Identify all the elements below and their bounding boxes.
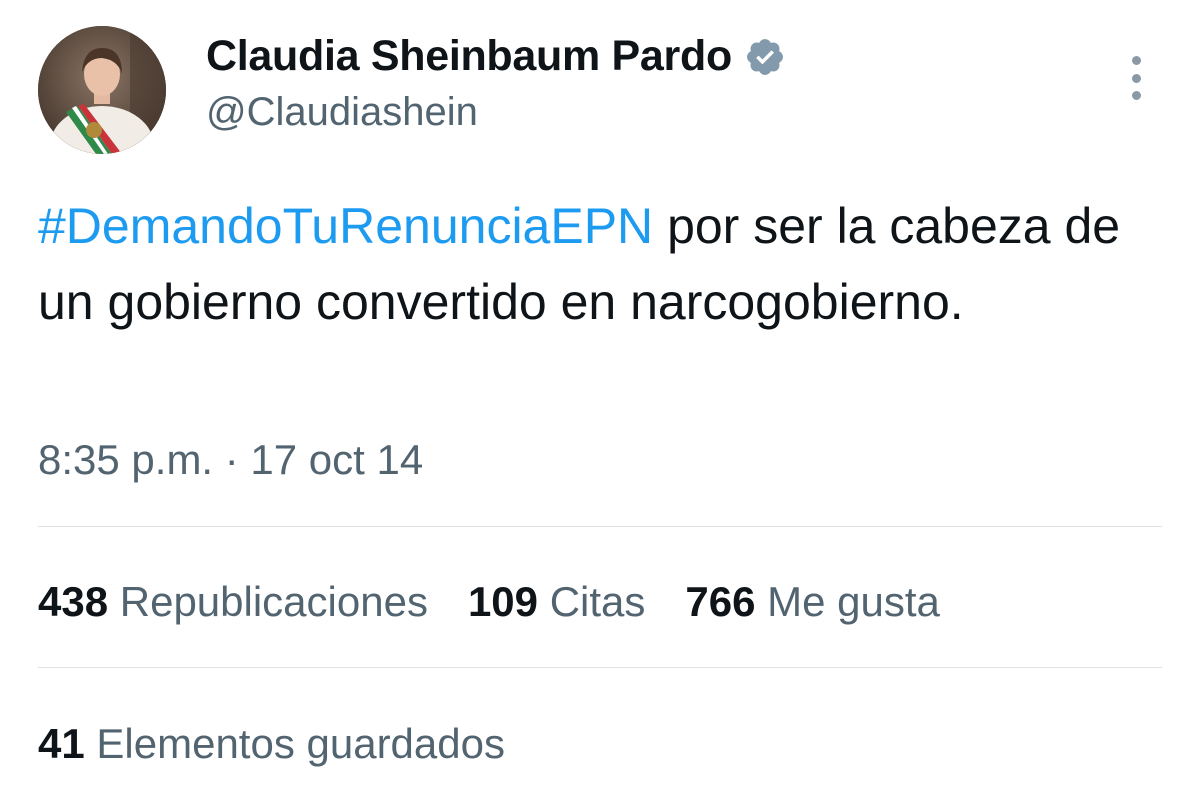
more-options-icon[interactable]	[1122, 56, 1150, 100]
author-display-name[interactable]: Claudia Sheinbaum Pardo	[206, 32, 732, 81]
author-handle[interactable]: @Claudiashein	[206, 90, 478, 135]
quotes-stat[interactable]: 109 Citas	[468, 578, 645, 626]
tweet-timestamp[interactable]: 8:35 p.m. · 17 oct 14	[38, 436, 423, 484]
hashtag-link[interactable]: #DemandoTuRenunciaEPN	[38, 198, 653, 254]
divider	[38, 667, 1162, 668]
avatar-image	[38, 26, 166, 154]
author-name-row: Claudia Sheinbaum Pardo	[206, 32, 786, 81]
bookmarks-stat[interactable]: 41 Elementos guardados	[38, 720, 505, 768]
avatar[interactable]	[38, 26, 166, 154]
engagement-stats: 438 Republicaciones 109 Citas 766 Me gus…	[38, 578, 940, 626]
divider	[38, 526, 1162, 527]
likes-stat[interactable]: 766 Me gusta	[685, 578, 940, 626]
reposts-stat[interactable]: 438 Republicaciones	[38, 578, 428, 626]
tweet-text: #DemandoTuRenunciaEPN por ser la cabeza …	[38, 188, 1158, 340]
verified-badge-icon	[746, 38, 783, 75]
